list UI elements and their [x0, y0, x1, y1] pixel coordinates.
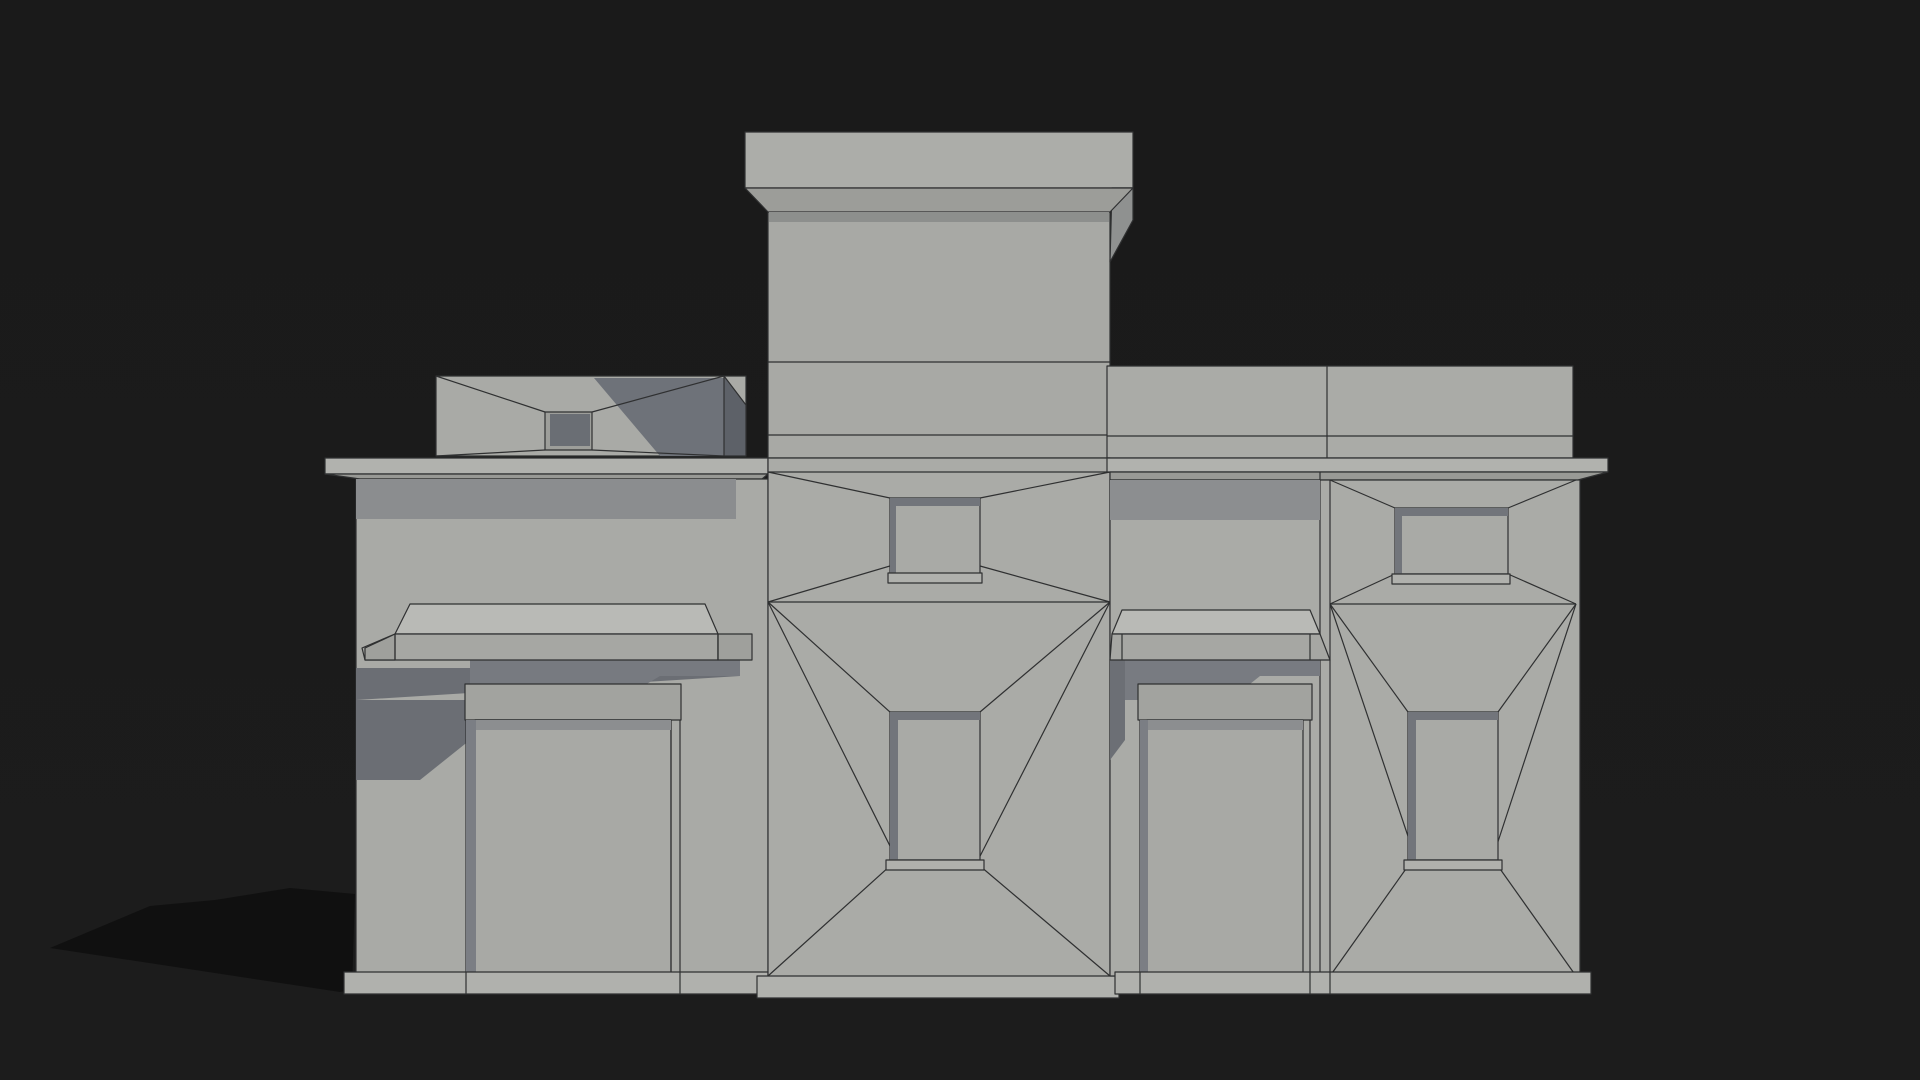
tower	[744, 131, 1134, 459]
right-roof-box	[1106, 365, 1574, 459]
left-roof-box	[435, 375, 747, 457]
center-panel	[756, 457, 1120, 999]
building-render	[0, 0, 1920, 1080]
right-wing	[1106, 457, 1609, 995]
left-wing	[324, 457, 769, 995]
render-viewport	[0, 0, 1920, 1080]
